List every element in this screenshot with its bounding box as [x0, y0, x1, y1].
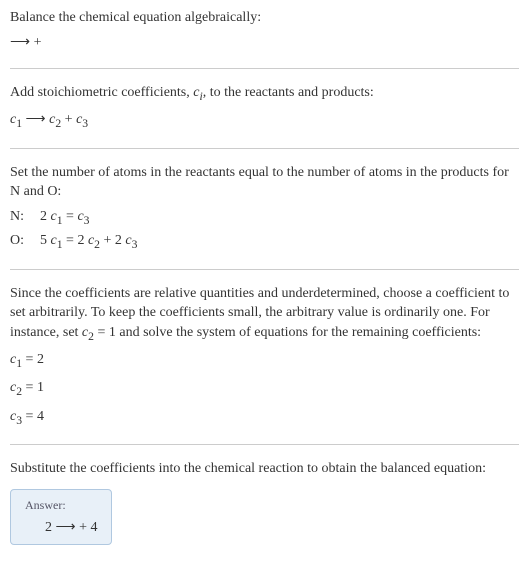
coef-row-1: c1 = 2: [10, 349, 519, 373]
c-sub: 3: [132, 238, 138, 251]
substitute-heading: Substitute the coefficients into the che…: [10, 459, 519, 479]
atom-label-o: O:: [10, 230, 40, 254]
c3-sub: 3: [82, 117, 88, 130]
section-atoms: Set the number of atoms in the reactants…: [10, 163, 519, 255]
atom-row-n: N: 2 c1 = c3: [10, 206, 519, 230]
section-balance: Balance the chemical equation algebraica…: [10, 8, 519, 54]
atom-equations: N: 2 c1 = c3 O: 5 c1 = 2 c2 + 2 c3: [10, 206, 519, 255]
coef-row-2: c2 = 1: [10, 377, 519, 401]
c-sub: 3: [84, 214, 90, 227]
arrow: ⟶: [22, 112, 49, 127]
plus: + 2: [100, 233, 125, 248]
answer-label: Answer:: [25, 498, 97, 513]
solve-heading-b: = 1 and solve the system of equations fo…: [94, 325, 481, 340]
equals: =: [63, 209, 78, 224]
section-stoich: Add stoichiometric coefficients, ci, to …: [10, 83, 519, 134]
balance-equation: ⟶ +: [10, 32, 519, 54]
balance-heading: Balance the chemical equation algebraica…: [10, 8, 519, 28]
coefficient-values: c1 = 2 c2 = 1 c3 = 4: [10, 349, 519, 430]
divider: [10, 148, 519, 149]
atom-label-n: N:: [10, 206, 40, 230]
answer-box: Answer: 2 ⟶ + 4: [10, 489, 112, 545]
plus: +: [61, 112, 76, 127]
stoich-heading-b: , to the reactants and products:: [203, 85, 374, 100]
divider: [10, 68, 519, 69]
stoich-heading: Add stoichiometric coefficients, ci, to …: [10, 83, 519, 105]
atoms-heading: Set the number of atoms in the reactants…: [10, 163, 519, 202]
atom-eq-n: 2 c1 = c3: [40, 206, 90, 230]
coef: 2: [40, 209, 51, 224]
answer-equation: 2 ⟶ + 4: [25, 519, 97, 536]
solve-heading: Since the coefficients are relative quan…: [10, 284, 519, 345]
divider: [10, 444, 519, 445]
section-solve: Since the coefficients are relative quan…: [10, 284, 519, 431]
equals: = 2: [63, 233, 88, 248]
c-val: = 4: [22, 409, 44, 424]
atom-row-o: O: 5 c1 = 2 c2 + 2 c3: [10, 230, 519, 254]
coef: 5: [40, 233, 51, 248]
c-val: = 2: [22, 352, 44, 367]
coef-row-3: c3 = 4: [10, 406, 519, 430]
c-val: = 1: [22, 380, 44, 395]
section-substitute: Substitute the coefficients into the che…: [10, 459, 519, 545]
stoich-equation: c1 ⟶ c2 + c3: [10, 109, 519, 133]
stoich-heading-a: Add stoichiometric coefficients,: [10, 85, 193, 100]
divider: [10, 269, 519, 270]
atom-eq-o: 5 c1 = 2 c2 + 2 c3: [40, 230, 137, 254]
